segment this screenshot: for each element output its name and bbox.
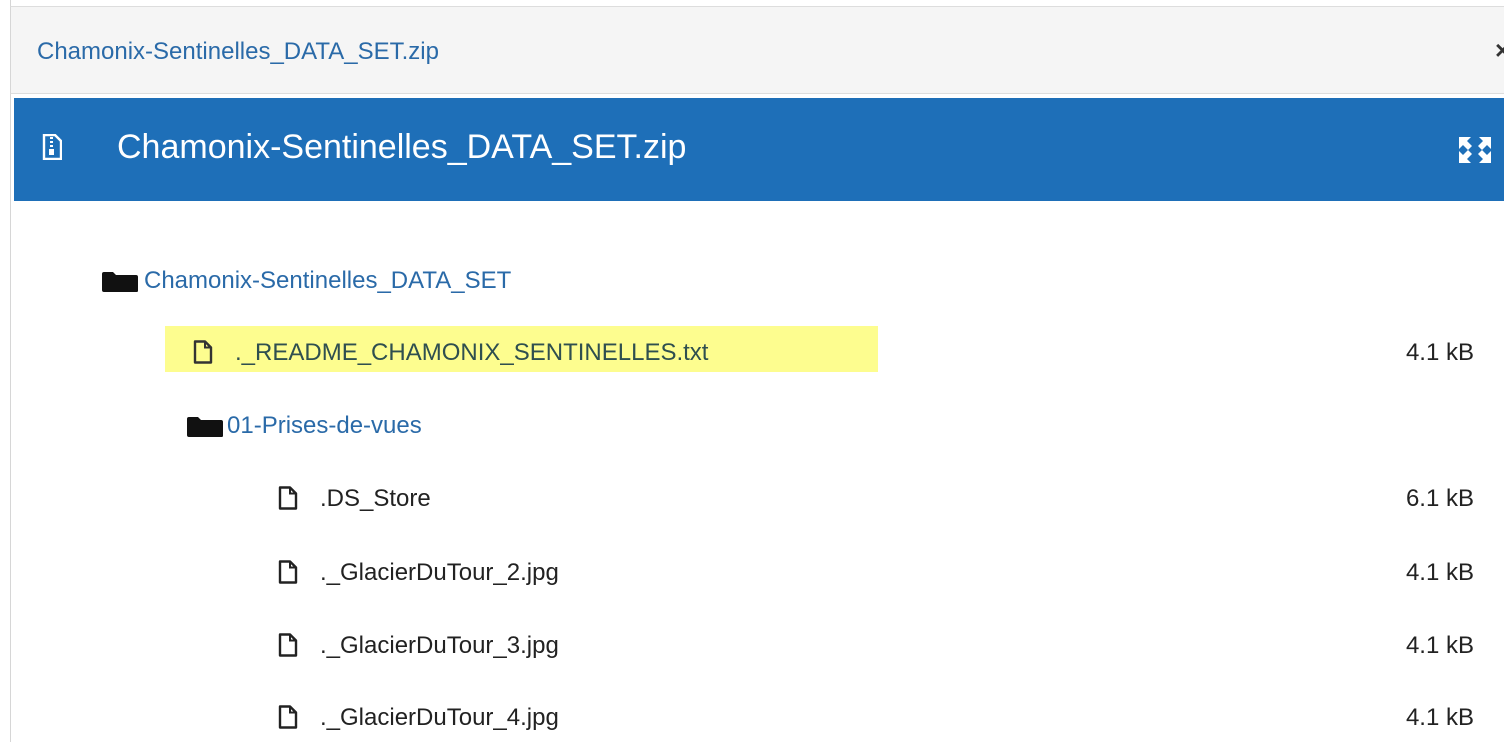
file-icon — [193, 340, 213, 364]
file-icon — [278, 705, 298, 729]
file-label[interactable]: ._GlacierDuTour_2.jpg — [320, 559, 559, 587]
file-label[interactable]: ._GlacierDuTour_4.jpg — [320, 704, 559, 732]
close-icon[interactable]: × — [1495, 35, 1504, 66]
tree-row-file[interactable]: ._GlacierDuTour_2.jpg 4.1 kB — [0, 549, 1504, 597]
file-size: 4.1 kB — [1405, 632, 1474, 659]
file-icon — [278, 486, 298, 510]
expand-icon[interactable] — [1458, 136, 1492, 164]
file-label[interactable]: .DS_Store — [320, 485, 431, 513]
tree-row-root-folder[interactable]: Chamonix-Sentinelles_DATA_SET — [0, 257, 1504, 305]
file-header: Chamonix-Sentinelles_DATA_SET.zip — [14, 98, 1504, 201]
subfolder-label[interactable]: 01-Prises-de-vues — [227, 412, 422, 440]
tree-row-file[interactable]: ._GlacierDuTour_3.jpg 4.1 kB — [0, 622, 1504, 670]
root-folder-label[interactable]: Chamonix-Sentinelles_DATA_SET — [144, 267, 511, 295]
header-title: Chamonix-Sentinelles_DATA_SET.zip — [117, 128, 687, 166]
folder-icon — [102, 272, 138, 292]
file-label[interactable]: ._GlacierDuTour_3.jpg — [320, 632, 559, 660]
file-icon — [278, 560, 298, 584]
tree-row-readme[interactable]: ._README_CHAMONIX_SENTINELLES.txt 4.1 kB — [0, 329, 1504, 377]
zip-file-icon — [42, 134, 62, 160]
file-size: 4.1 kB — [1405, 704, 1474, 731]
file-size: 6.1 kB — [1405, 485, 1474, 512]
tree-row-file[interactable]: .DS_Store 6.1 kB — [0, 475, 1504, 523]
file-size: 4.1 kB — [1405, 559, 1474, 586]
folder-icon — [187, 417, 223, 437]
tab-title[interactable]: Chamonix-Sentinelles_DATA_SET.zip — [37, 38, 439, 66]
tree-row-subfolder[interactable]: 01-Prises-de-vues — [0, 402, 1504, 450]
readme-file-size: 4.1 kB — [1405, 339, 1474, 366]
tree-row-file[interactable]: ._GlacierDuTour_4.jpg 4.1 kB — [0, 694, 1504, 742]
tab-bar: Chamonix-Sentinelles_DATA_SET.zip × — [10, 6, 1504, 94]
file-icon — [278, 633, 298, 657]
readme-file-label[interactable]: ._README_CHAMONIX_SENTINELLES.txt — [235, 339, 708, 367]
